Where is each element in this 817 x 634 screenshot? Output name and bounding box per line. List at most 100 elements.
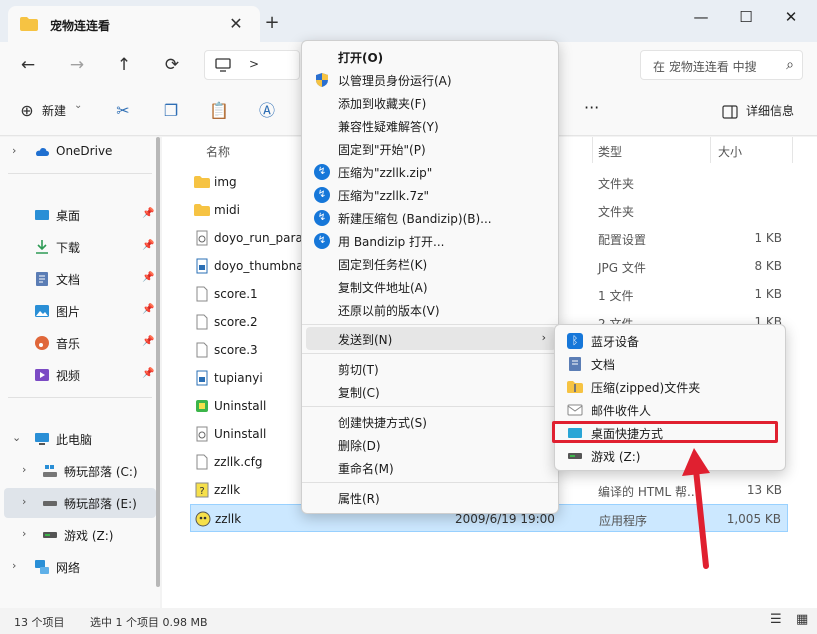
new-chevron-icon[interactable]: ⌄ <box>74 100 82 111</box>
pin-icon[interactable]: 📌 <box>142 208 154 219</box>
computer-icon <box>215 58 231 72</box>
menu-item-delete[interactable]: 删除(D) <box>306 433 556 456</box>
maximize-button[interactable]: ☐ <box>735 6 757 28</box>
submenu-item-zip-folder[interactable]: 压缩(zipped)文件夹 <box>559 375 783 398</box>
refresh-button[interactable]: ⟳ <box>159 52 185 78</box>
expand-chevron-icon[interactable]: › <box>22 495 26 508</box>
highlight-box <box>552 421 778 443</box>
sidebar-item-pictures[interactable]: 图片 📌 <box>0 296 156 326</box>
sidebar-item-this-pc[interactable]: ⌄ 此电脑 <box>0 424 156 454</box>
sidebar-item-label: 图片 <box>56 305 81 319</box>
sidebar-item-network[interactable]: › 网络 <box>0 552 156 582</box>
details-button[interactable]: 详细信息 <box>746 102 794 119</box>
bandizip-icon: ↯ <box>314 233 330 249</box>
minimize-button[interactable]: — <box>690 6 712 28</box>
cut-icon[interactable]: ✂ <box>112 100 134 122</box>
column-divider[interactable] <box>792 137 793 163</box>
up-button[interactable]: ↑ <box>111 52 137 78</box>
context-menu: 打开(O) 以管理员身份运行(A) 添加到收藏夹(F) 兼容性疑难解答(Y) 固… <box>301 40 559 514</box>
column-divider[interactable] <box>710 137 711 163</box>
sidebar-item-desktop[interactable]: 桌面 📌 <box>0 200 156 230</box>
sidebar-item-onedrive[interactable]: › OneDrive <box>0 137 156 167</box>
application-icon <box>195 511 211 527</box>
menu-item-restore-versions[interactable]: 还原以前的版本(V) <box>306 298 556 321</box>
menu-item-add-favorites[interactable]: 添加到收藏夹(F) <box>306 91 556 114</box>
rename-icon[interactable]: Ⓐ <box>256 100 278 122</box>
sidebar-item-drive-z[interactable]: › 游戏 (Z:) <box>0 520 156 550</box>
submenu-item-documents[interactable]: 文档 <box>559 352 783 375</box>
bandizip-icon: ↯ <box>314 187 330 203</box>
menu-item-compat-troubleshoot[interactable]: 兼容性疑难解答(Y) <box>306 114 556 137</box>
expand-chevron-icon[interactable]: › <box>22 463 26 476</box>
column-divider[interactable] <box>592 137 593 163</box>
search-input[interactable]: 在 宠物连连看 中搜 ⌕ <box>640 50 803 80</box>
expand-chevron-icon[interactable]: › <box>12 144 16 157</box>
pin-icon[interactable]: 📌 <box>142 304 154 315</box>
more-options-icon[interactable]: ··· <box>584 98 599 117</box>
menu-item-label: 固定到任务栏(K) <box>338 258 428 272</box>
menu-item-properties[interactable]: 属性(R) <box>306 486 556 509</box>
collapse-chevron-icon[interactable]: ⌄ <box>12 431 21 444</box>
new-button[interactable]: 新建 <box>42 102 66 119</box>
sidebar-item-documents[interactable]: 文档 📌 <box>0 264 156 294</box>
menu-item-create-shortcut[interactable]: 创建快捷方式(S) <box>306 410 556 433</box>
file-name: Uninstall <box>214 427 267 441</box>
details-pane-icon <box>722 105 738 119</box>
sidebar-item-music[interactable]: 音乐 📌 <box>0 328 156 358</box>
menu-item-new-archive[interactable]: ↯ 新建压缩包 (Bandizip)(B)... <box>306 206 556 229</box>
breadcrumb-chevron[interactable]: > <box>249 57 259 71</box>
new-tab-button[interactable]: + <box>262 13 282 33</box>
submenu-item-mail-recipient[interactable]: 邮件收件人 <box>559 398 783 421</box>
menu-item-cut[interactable]: 剪切(T) <box>306 357 556 380</box>
menu-item-open-bandizip[interactable]: ↯ 用 Bandizip 打开... <box>306 229 556 252</box>
file-name: zzllk <box>215 512 242 526</box>
sidebar-item-drive-c[interactable]: › 畅玩部落 (C:) <box>0 456 156 486</box>
close-window-button[interactable]: ✕ <box>780 6 802 28</box>
back-button[interactable]: ← <box>15 52 41 78</box>
paste-icon[interactable]: 📋 <box>208 100 230 122</box>
cloud-icon <box>36 148 49 156</box>
close-tab-icon[interactable]: ✕ <box>226 14 246 34</box>
sidebar-item-downloads[interactable]: 下载 📌 <box>0 232 156 262</box>
menu-item-open[interactable]: 打开(O) <box>306 45 556 68</box>
sidebar-item-drive-e[interactable]: › 畅玩部落 (E:) <box>4 488 156 518</box>
menu-item-copy-path[interactable]: 复制文件地址(A) <box>306 275 556 298</box>
system-drive-icon <box>43 465 57 477</box>
menu-item-compress-7z[interactable]: ↯ 压缩为"zzllk.7z" <box>306 183 556 206</box>
menu-item-rename[interactable]: 重命名(M) <box>306 456 556 479</box>
submenu-item-bluetooth[interactable]: ᛒ 蓝牙设备 <box>559 329 783 352</box>
sidebar-scrollbar[interactable] <box>156 137 160 587</box>
sidebar-item-videos[interactable]: 视频 📌 <box>0 360 156 390</box>
pin-icon[interactable]: 📌 <box>142 272 154 283</box>
menu-divider <box>302 324 558 325</box>
column-header-name[interactable]: 名称 <box>206 143 230 160</box>
column-header-type[interactable]: 类型 <box>598 143 622 160</box>
menu-item-pin-start[interactable]: 固定到"开始"(P) <box>306 137 556 160</box>
menu-item-pin-taskbar[interactable]: 固定到任务栏(K) <box>306 252 556 275</box>
menu-item-run-as-admin[interactable]: 以管理员身份运行(A) <box>306 68 556 91</box>
pin-icon[interactable]: 📌 <box>142 368 154 379</box>
details-view-icon[interactable]: ☰ <box>770 612 782 627</box>
tiles-view-icon[interactable]: ▦ <box>796 612 808 627</box>
menu-item-compress-zip[interactable]: ↯ 压缩为"zzllk.zip" <box>306 160 556 183</box>
menu-item-label: 游戏 (Z:) <box>591 450 641 464</box>
forward-button[interactable]: → <box>64 52 90 78</box>
address-bar[interactable]: > <box>204 50 300 80</box>
menu-item-label: 发送到(N) <box>338 333 393 347</box>
pin-icon[interactable]: 📌 <box>142 336 154 347</box>
expand-chevron-icon[interactable]: › <box>22 527 26 540</box>
file-type: JPG 文件 <box>598 261 646 275</box>
folder-icon <box>194 204 210 216</box>
menu-item-copy[interactable]: 复制(C) <box>306 380 556 403</box>
file-icon <box>196 342 208 358</box>
network-drive-icon <box>43 532 57 538</box>
expand-chevron-icon[interactable]: › <box>12 559 16 572</box>
folder-icon <box>194 176 210 188</box>
pin-icon[interactable]: 📌 <box>142 240 154 251</box>
annotation-arrow-icon <box>682 448 710 569</box>
copy-icon[interactable]: ❐ <box>160 100 182 122</box>
sidebar-item-label: 下载 <box>56 241 81 255</box>
column-header-size[interactable]: 大小 <box>718 143 742 160</box>
menu-item-send-to[interactable]: 发送到(N) › <box>306 327 556 350</box>
tab-current[interactable]: 宠物连连看 ✕ <box>8 6 260 42</box>
